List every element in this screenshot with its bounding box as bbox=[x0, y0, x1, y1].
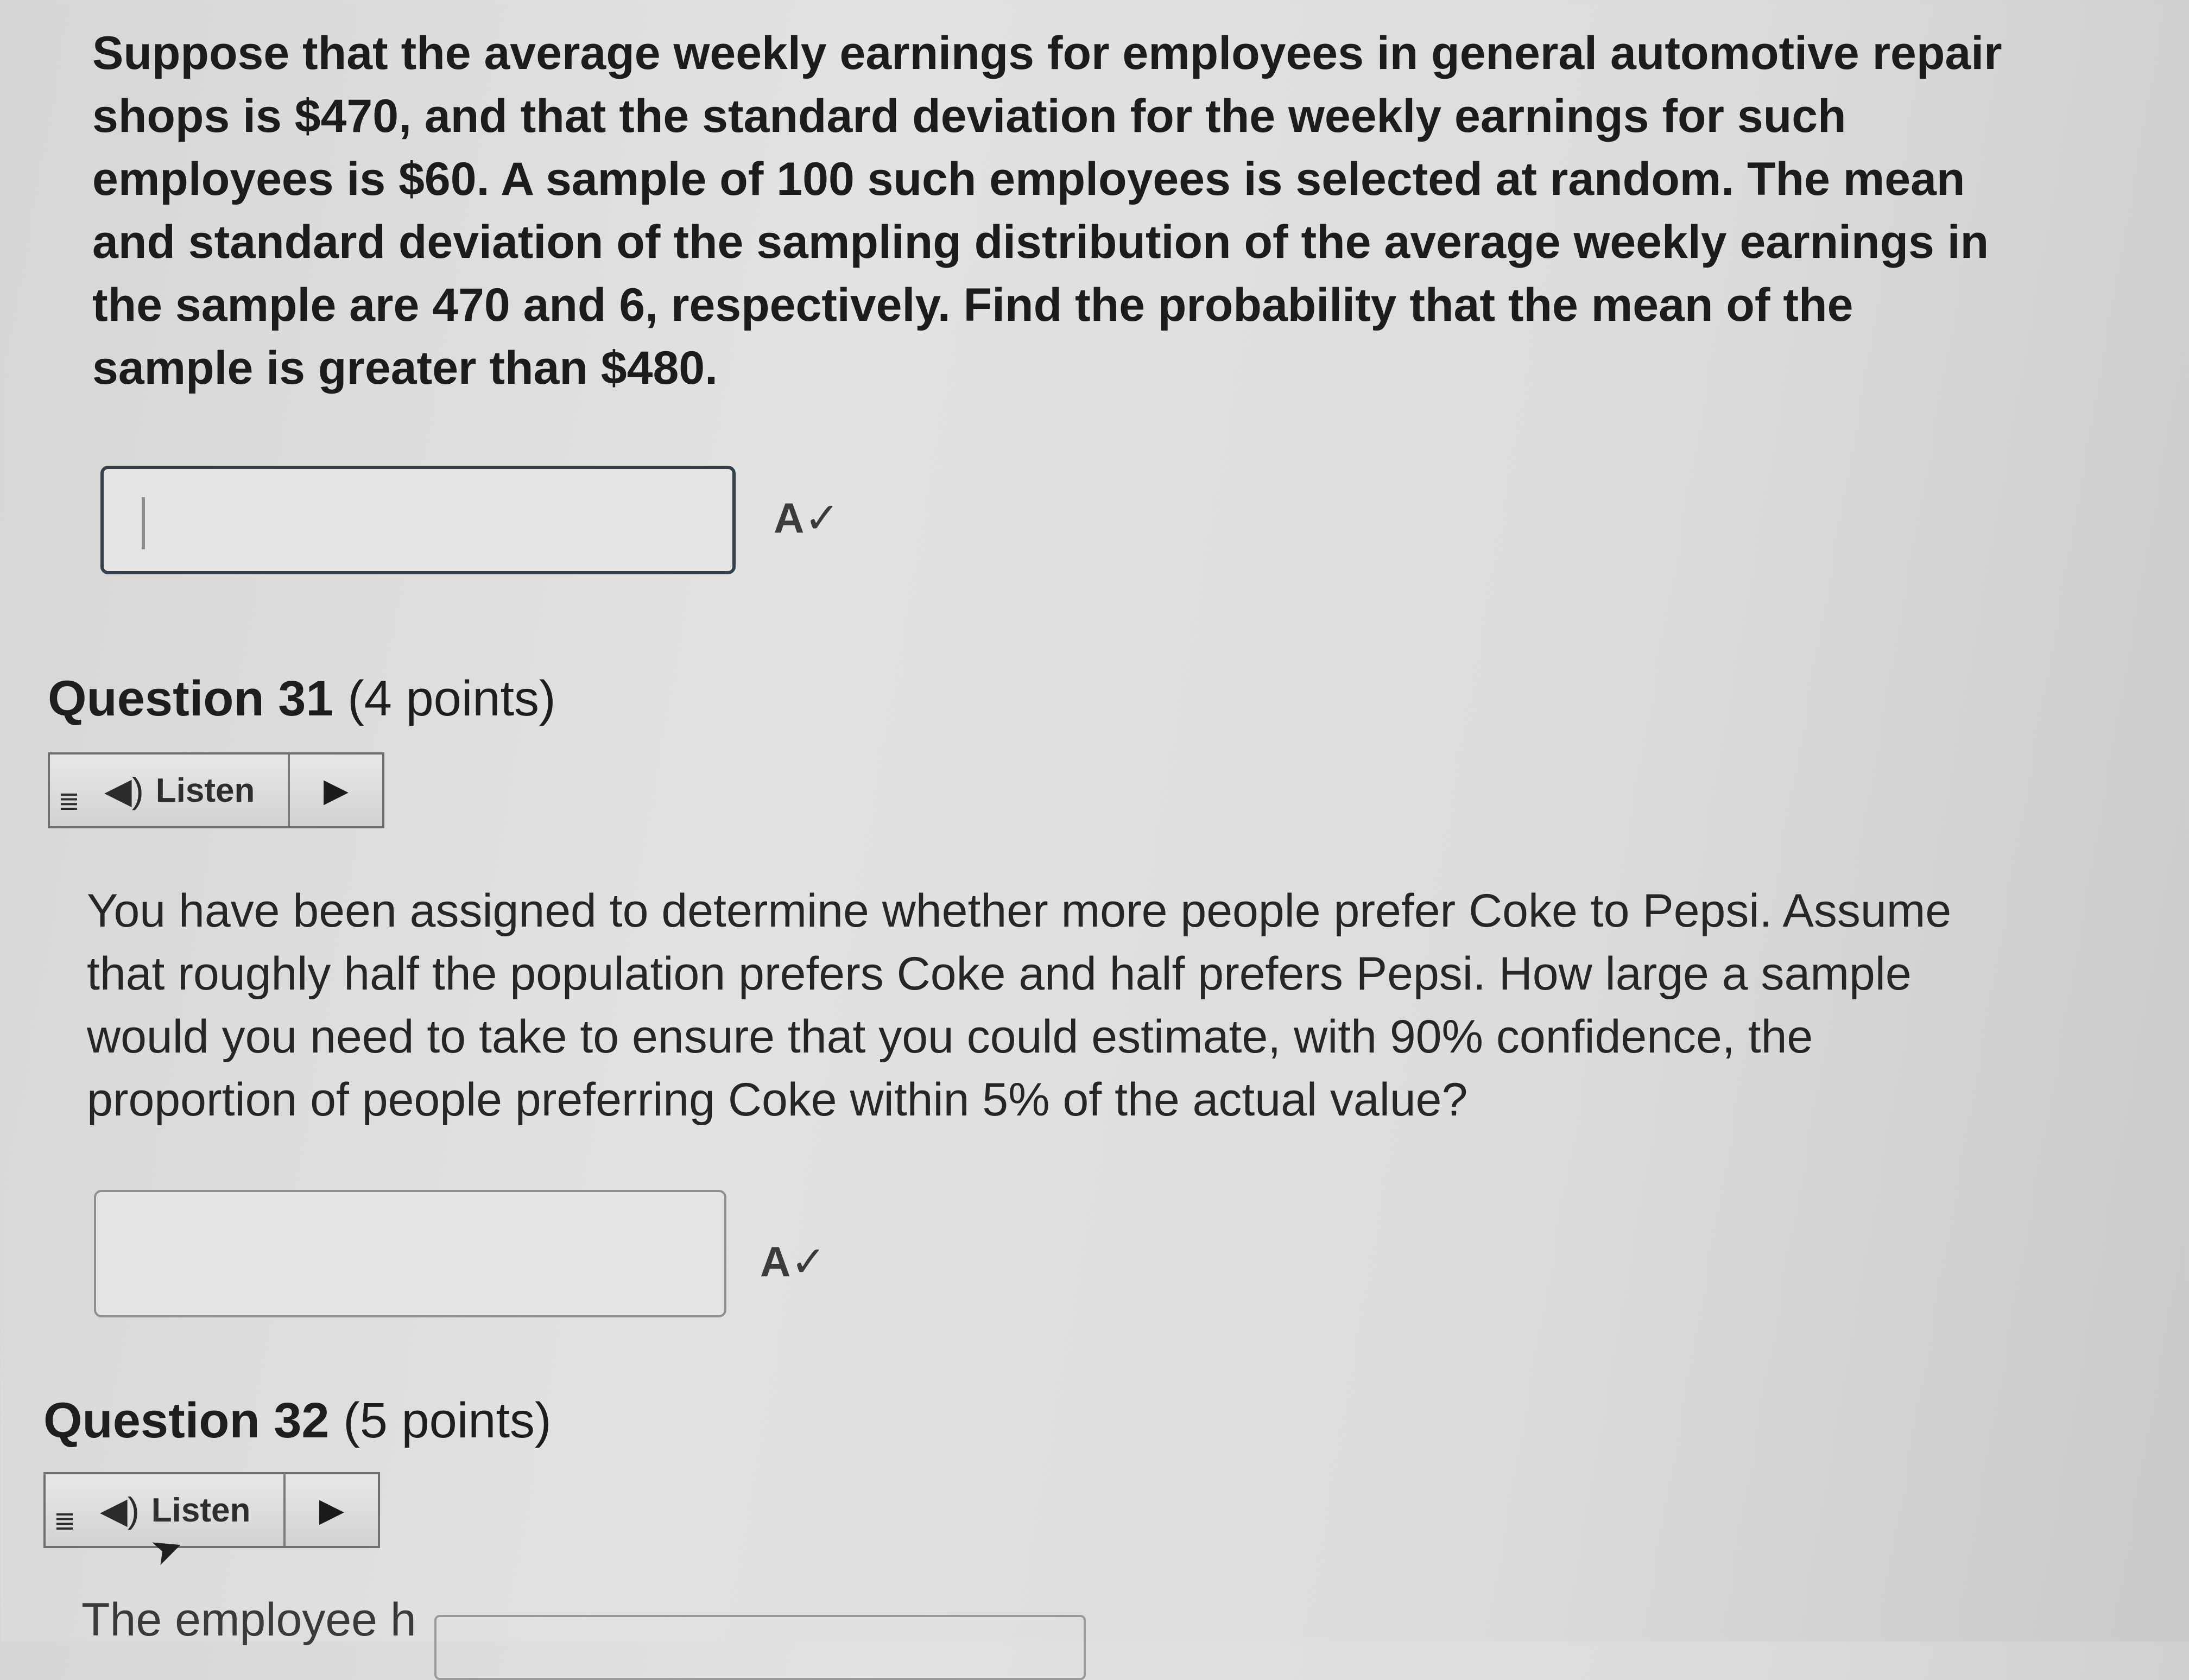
answer-input-q31[interactable] bbox=[94, 1190, 726, 1317]
play-icon[interactable]: ▶ bbox=[290, 755, 382, 826]
listen-label: Listen bbox=[155, 771, 255, 809]
question-32-number: Question 32 bbox=[43, 1393, 330, 1448]
answer-input-q32[interactable] bbox=[434, 1615, 1086, 1680]
listen-toolbar-q32: ≣ ◀) Listen ▶ bbox=[43, 1472, 380, 1548]
quiz-page: Suppose that the average weekly earnings… bbox=[0, 0, 2189, 1680]
question-32-heading: Question 32 (5 points) bbox=[43, 1392, 552, 1449]
answer-input-previous[interactable] bbox=[100, 466, 736, 574]
question-31-points: (4 points) bbox=[347, 671, 556, 726]
menu-icon[interactable]: ≣ bbox=[46, 1474, 84, 1546]
speaker-icon: ◀) bbox=[104, 770, 144, 810]
question-32-points: (5 points) bbox=[343, 1393, 552, 1448]
question-31-number: Question 31 bbox=[48, 671, 334, 726]
spellcheck-icon[interactable]: A✓ bbox=[774, 497, 840, 539]
question-32-text: The employee h bbox=[81, 1594, 416, 1646]
question-text-previous: Suppose that the average weekly earnings… bbox=[92, 27, 2002, 394]
question-31-heading: Question 31 (4 points) bbox=[48, 670, 556, 727]
text-caret bbox=[142, 497, 145, 549]
listen-label: Listen bbox=[151, 1491, 251, 1529]
speaker-icon: ◀) bbox=[100, 1489, 140, 1530]
spellcheck-icon[interactable]: A✓ bbox=[760, 1240, 826, 1283]
question-31-text: You have been assigned to determine whet… bbox=[87, 885, 1952, 1126]
listen-toolbar-q31: ≣ ◀) Listen ▶ bbox=[48, 752, 384, 828]
listen-button[interactable]: ◀) Listen bbox=[88, 755, 290, 826]
menu-icon[interactable]: ≣ bbox=[50, 755, 88, 826]
listen-button[interactable]: ◀) Listen bbox=[84, 1474, 286, 1546]
play-icon[interactable]: ▶ bbox=[286, 1474, 378, 1546]
